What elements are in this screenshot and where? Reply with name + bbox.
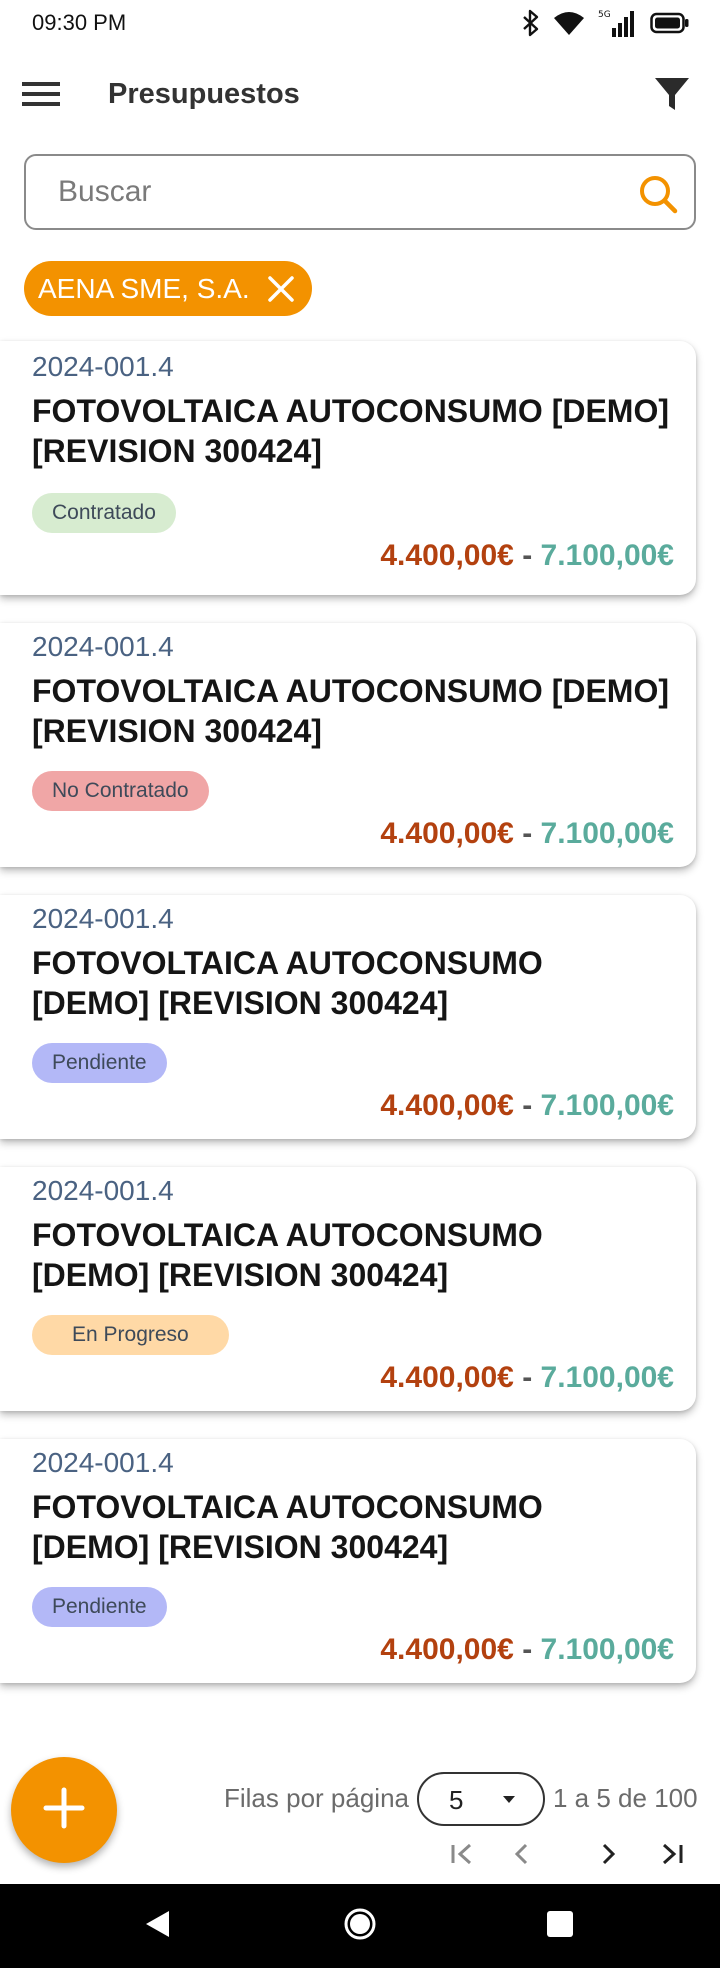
rows-per-page-label: Filas por página bbox=[224, 1783, 409, 1813]
budget-title-line: FOTOVOLTAICA AUTOCONSUMO bbox=[32, 1489, 543, 1525]
plus-icon bbox=[42, 1786, 86, 1835]
price-separator: - bbox=[522, 1633, 533, 1666]
budget-code: 2024-001.4 bbox=[32, 1175, 174, 1206]
back-button[interactable] bbox=[138, 1906, 178, 1946]
home-button[interactable] bbox=[340, 1906, 380, 1946]
price-max: 7.100,00€ bbox=[540, 1633, 674, 1666]
filter-button[interactable] bbox=[650, 74, 694, 118]
budget-title-line: [DEMO] [REVISION 300424] bbox=[32, 1257, 449, 1293]
svg-text:5G: 5G bbox=[598, 10, 611, 20]
last-page-button[interactable] bbox=[650, 1834, 694, 1878]
budget-card[interactable]: 2024-001.4 FOTOVOLTAICA AUTOCONSUMO [DEM… bbox=[0, 623, 696, 867]
budget-title-line: FOTOVOLTAICA AUTOCONSUMO bbox=[32, 1217, 543, 1253]
budget-card[interactable]: 2024-001.4 FOTOVOLTAICA AUTOCONSUMO [DEM… bbox=[0, 341, 696, 595]
price-max: 7.100,00€ bbox=[540, 1361, 674, 1394]
budget-title: FOTOVOLTAICA AUTOCONSUMO [DEMO] [REVISIO… bbox=[32, 391, 669, 471]
budget-code: 2024-001.4 bbox=[32, 351, 174, 382]
next-page-button[interactable] bbox=[586, 1834, 630, 1878]
menu-icon bbox=[22, 80, 60, 113]
price-range: 4.400,00€ - 7.100,00€ bbox=[380, 817, 674, 851]
signal-5g-icon: 5G bbox=[598, 8, 638, 38]
page-title: Presupuestos bbox=[108, 78, 300, 110]
status-badge: En Progreso bbox=[32, 1315, 229, 1355]
price-separator: - bbox=[522, 539, 533, 572]
budget-title-line: [REVISION 300424] bbox=[32, 433, 322, 469]
system-nav-bar bbox=[0, 1884, 720, 1968]
price-max: 7.100,00€ bbox=[540, 817, 674, 850]
status-icons: 5G bbox=[522, 8, 690, 38]
budget-card[interactable]: 2024-001.4 FOTOVOLTAICA AUTOCONSUMO [DEM… bbox=[0, 1167, 696, 1411]
recents-icon bbox=[545, 1909, 575, 1944]
price-range: 4.400,00€ - 7.100,00€ bbox=[380, 1089, 674, 1123]
filter-icon bbox=[654, 76, 690, 117]
budget-title: FOTOVOLTAICA AUTOCONSUMO [DEMO] [REVISIO… bbox=[32, 943, 543, 1023]
price-min: 4.400,00€ bbox=[380, 817, 514, 850]
pagination-range: 1 a 5 de 100 bbox=[553, 1783, 698, 1813]
status-bar: 09:30 PM 5G bbox=[0, 0, 720, 46]
back-icon bbox=[143, 1909, 173, 1944]
price-max: 7.100,00€ bbox=[540, 539, 674, 572]
filter-chip[interactable]: AENA SME, S.A. bbox=[24, 261, 312, 316]
search-icon[interactable] bbox=[636, 172, 680, 216]
budget-title: FOTOVOLTAICA AUTOCONSUMO [DEMO] [REVISIO… bbox=[32, 1487, 543, 1567]
price-min: 4.400,00€ bbox=[380, 1633, 514, 1666]
price-min: 4.400,00€ bbox=[380, 1361, 514, 1394]
status-badge: Pendiente bbox=[32, 1043, 167, 1083]
status-time: 09:30 PM bbox=[32, 10, 127, 35]
caret-down-icon bbox=[503, 1796, 515, 1803]
budget-card[interactable]: 2024-001.4 FOTOVOLTAICA AUTOCONSUMO [DEM… bbox=[0, 1439, 696, 1683]
price-min: 4.400,00€ bbox=[380, 1089, 514, 1122]
search-input[interactable] bbox=[58, 170, 618, 214]
budget-title-line: FOTOVOLTAICA AUTOCONSUMO [DEMO] bbox=[32, 393, 669, 429]
last-page-icon bbox=[658, 1840, 686, 1873]
budget-title-line: FOTOVOLTAICA AUTOCONSUMO [DEMO] bbox=[32, 673, 669, 709]
prev-page-button[interactable] bbox=[500, 1834, 544, 1878]
price-range: 4.400,00€ - 7.100,00€ bbox=[380, 1361, 674, 1395]
price-range: 4.400,00€ - 7.100,00€ bbox=[380, 539, 674, 573]
budget-code: 2024-001.4 bbox=[32, 631, 174, 662]
first-page-icon bbox=[448, 1840, 476, 1873]
first-page-button[interactable] bbox=[440, 1834, 484, 1878]
price-separator: - bbox=[522, 1361, 533, 1394]
status-badge: Contratado bbox=[32, 493, 176, 533]
budget-title-line: [DEMO] [REVISION 300424] bbox=[32, 1529, 449, 1565]
budget-code: 2024-001.4 bbox=[32, 903, 174, 934]
budget-title-line: FOTOVOLTAICA AUTOCONSUMO bbox=[32, 945, 543, 981]
menu-button[interactable] bbox=[20, 76, 62, 116]
add-budget-button[interactable] bbox=[11, 1757, 117, 1863]
budget-title-line: [DEMO] [REVISION 300424] bbox=[32, 985, 449, 1021]
rows-per-page-select[interactable]: 5 bbox=[417, 1772, 545, 1826]
budget-title: FOTOVOLTAICA AUTOCONSUMO [DEMO] [REVISIO… bbox=[32, 1215, 543, 1295]
price-min: 4.400,00€ bbox=[380, 539, 514, 572]
app-bar: Presupuestos bbox=[0, 58, 720, 134]
budget-code: 2024-001.4 bbox=[32, 1447, 174, 1478]
search-box bbox=[24, 154, 696, 230]
price-separator: - bbox=[522, 817, 533, 850]
chevron-left-icon bbox=[508, 1840, 536, 1873]
battery-icon bbox=[650, 11, 690, 35]
budget-card[interactable]: 2024-001.4 FOTOVOLTAICA AUTOCONSUMO [DEM… bbox=[0, 895, 696, 1139]
home-icon bbox=[343, 1907, 377, 1946]
price-range: 4.400,00€ - 7.100,00€ bbox=[380, 1633, 674, 1667]
filter-chip-label: AENA SME, S.A. bbox=[38, 272, 250, 304]
status-badge: Pendiente bbox=[32, 1587, 167, 1627]
bluetooth-icon bbox=[522, 9, 540, 37]
budget-title-line: [REVISION 300424] bbox=[32, 713, 322, 749]
close-icon[interactable] bbox=[264, 272, 298, 306]
budget-title: FOTOVOLTAICA AUTOCONSUMO [DEMO] [REVISIO… bbox=[32, 671, 669, 751]
recents-button[interactable] bbox=[540, 1906, 580, 1946]
rows-per-page-value: 5 bbox=[449, 1785, 464, 1815]
wifi-icon bbox=[552, 9, 586, 37]
status-badge: No Contratado bbox=[32, 771, 209, 811]
price-separator: - bbox=[522, 1089, 533, 1122]
price-max: 7.100,00€ bbox=[540, 1089, 674, 1122]
chevron-right-icon bbox=[594, 1840, 622, 1873]
